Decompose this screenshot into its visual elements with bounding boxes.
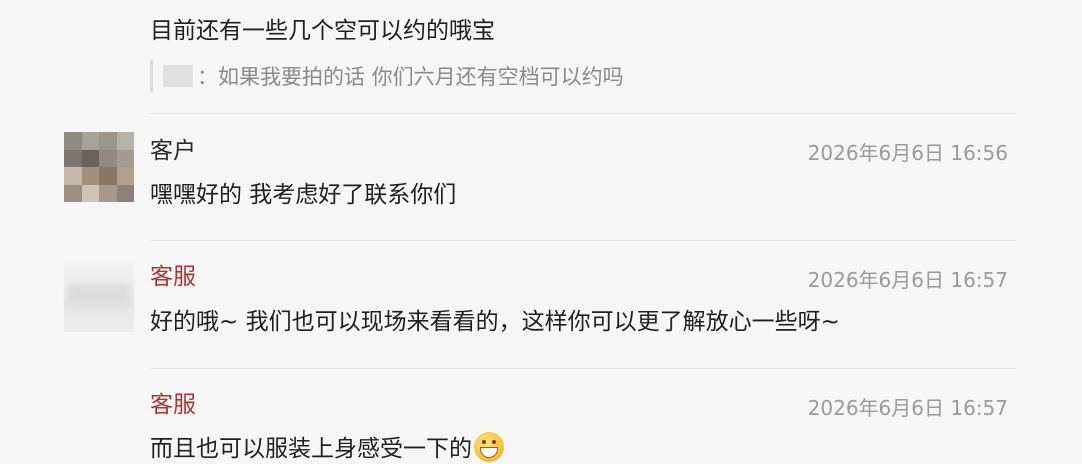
chat-history: 目前还有一些几个空可以约的哦宝 ： 如果我要拍的话 你们六月还有空档可以约吗 客…	[0, 0, 1082, 464]
message-text: 好的哦~ 我们也可以现场来看看的，这样你可以更了解放心一些呀~	[150, 309, 840, 335]
message-divider	[150, 240, 1016, 241]
customer-avatar[interactable]	[64, 132, 134, 202]
message-row: 而且也可以服装上身感受一下的	[150, 432, 504, 464]
grinning-face-icon	[474, 432, 504, 462]
message-text: 嘿嘿好的 我考虑好了联系你们	[150, 182, 457, 208]
sender-name: 客服	[150, 264, 196, 290]
service-avatar[interactable]	[64, 262, 134, 332]
sender-name: 客服	[150, 392, 196, 418]
message-timestamp: 2026年6月6日 16:56	[807, 141, 1008, 165]
message-timestamp: 2026年6月6日 16:57	[807, 396, 1008, 420]
quote-separator: ：	[197, 65, 218, 89]
message-text: 而且也可以服装上身感受一下的	[150, 436, 472, 462]
sender-name: 客户	[150, 138, 196, 164]
message-divider	[150, 368, 1016, 369]
quoted-sender-blurred	[163, 65, 193, 87]
message-text: 目前还有一些几个空可以约的哦宝	[150, 18, 495, 44]
quoted-text: 如果我要拍的话 你们六月还有空档可以约吗	[218, 65, 624, 89]
message-timestamp: 2026年6月6日 16:57	[807, 268, 1008, 292]
quoted-message[interactable]: ： 如果我要拍的话 你们六月还有空档可以约吗	[150, 60, 624, 92]
message-divider	[150, 113, 1016, 114]
